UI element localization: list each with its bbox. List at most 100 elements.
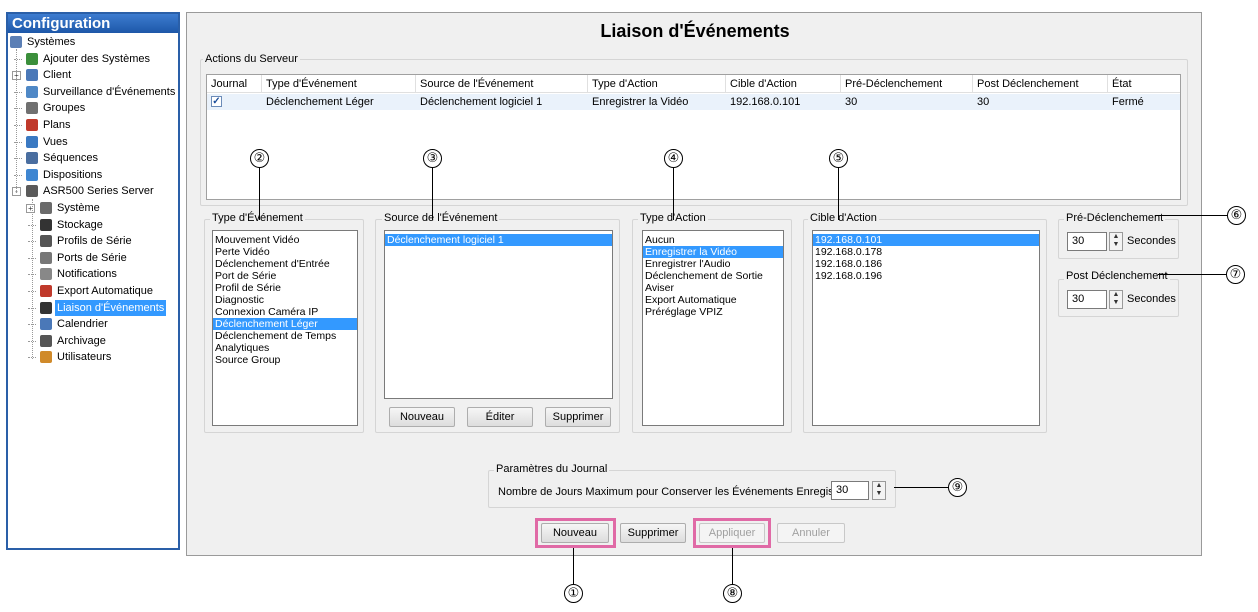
source-new-button[interactable]: Nouveau (389, 407, 455, 427)
list-item[interactable]: Profil de Série (213, 282, 357, 294)
col-header-event-type[interactable]: Type d'Événement (262, 75, 416, 93)
tree-item-label: Export Automatique (57, 284, 154, 297)
source-edit-button[interactable]: Éditer (467, 407, 533, 427)
apply-button[interactable]: Appliquer (699, 523, 765, 543)
systems-icon (10, 36, 22, 48)
new-button[interactable]: Nouveau (541, 523, 609, 543)
list-item[interactable]: Mouvement Vidéo (213, 234, 357, 246)
pre-trigger-spinner[interactable]: ▲ ▼ (1109, 232, 1123, 251)
tree-item[interactable]: Export Automatique (8, 283, 178, 300)
spin-down-icon[interactable]: ▼ (1110, 299, 1122, 307)
col-header-action-type[interactable]: Type d'Action (588, 75, 726, 93)
journal-days-input[interactable]: 30 (831, 481, 869, 500)
callout-line-1 (573, 548, 574, 584)
list-item[interactable]: Déclenchement d'Entrée (213, 258, 357, 270)
server-actions-table: Journal Type d'Événement Source de l'Évé… (206, 74, 1181, 200)
source-delete-button[interactable]: Supprimer (545, 407, 611, 427)
tree-item[interactable]: Liaison d'Événements (8, 299, 178, 317)
spin-down-icon[interactable]: ▼ (873, 490, 885, 498)
callout-8: ⑧ (723, 584, 742, 603)
tree-item[interactable]: Séquences (8, 150, 178, 167)
spin-up-icon[interactable]: ▲ (873, 482, 885, 490)
post-trigger-input[interactable]: 30 (1067, 290, 1107, 309)
list-item[interactable]: 192.168.0.178 (813, 246, 1039, 258)
tree-item[interactable]: Vues (8, 134, 178, 151)
tree-item-label: Plans (43, 118, 71, 131)
tree-item[interactable]: Notifications (8, 266, 178, 283)
list-item[interactable]: Enregistrer la Vidéo (643, 246, 783, 258)
list-item[interactable]: Préréglage VPIZ (643, 306, 783, 318)
col-header-journal[interactable]: Journal (207, 75, 262, 93)
tree-item[interactable]: Groupes (8, 100, 178, 117)
list-item[interactable]: Aviser (643, 282, 783, 294)
col-header-state[interactable]: État (1108, 75, 1180, 93)
spin-down-icon[interactable]: ▼ (1110, 241, 1122, 249)
list-item[interactable]: Diagnostic (213, 294, 357, 306)
storage-icon (40, 218, 52, 231)
list-item[interactable]: Perte Vidéo (213, 246, 357, 258)
callout-line-7 (1158, 274, 1226, 275)
layouts-icon (26, 168, 38, 181)
tree-item[interactable]: + Système (8, 200, 178, 217)
spin-up-icon[interactable]: ▲ (1110, 291, 1122, 299)
client-icon (26, 69, 38, 82)
col-header-post-trigger[interactable]: Post Déclenchement (973, 75, 1108, 93)
tree-item[interactable]: Dispositions (8, 167, 178, 184)
post-trigger-spinner[interactable]: ▲ ▼ (1109, 290, 1123, 309)
list-item[interactable]: Enregistrer l'Audio (643, 258, 783, 270)
list-item[interactable]: Déclenchement de Temps (213, 330, 357, 342)
callout-line-6 (1155, 215, 1227, 216)
tree-item[interactable]: Surveillance d'Événements (8, 84, 178, 101)
list-item[interactable]: Analytiques (213, 342, 357, 354)
callout-9: ⑨ (948, 478, 967, 497)
spin-up-icon[interactable]: ▲ (1110, 233, 1122, 241)
callout-5: ⑤ (829, 149, 848, 168)
tree-item[interactable]: - ASR500 Series Server (8, 183, 178, 200)
callout-4: ④ (664, 149, 683, 168)
pre-trigger-input[interactable]: 30 (1067, 232, 1107, 251)
list-item[interactable]: Déclenchement logiciel 1 (385, 234, 612, 246)
list-item[interactable]: 192.168.0.101 (813, 234, 1039, 246)
event-type-list[interactable]: Mouvement Vidéo Perte Vidéo Déclenchement … (212, 230, 358, 426)
tree-item[interactable]: Archivage (8, 333, 178, 350)
col-header-pre-trigger[interactable]: Pré-Déclenchement (841, 75, 973, 93)
add-system-icon (26, 52, 38, 65)
col-header-event-source[interactable]: Source de l'Événement (416, 75, 588, 93)
list-item[interactable]: Déclenchement de Sortie (643, 270, 783, 282)
list-item[interactable]: 192.168.0.186 (813, 258, 1039, 270)
archive-icon (40, 334, 52, 347)
tree-item[interactable]: Systèmes (8, 34, 178, 51)
list-item[interactable]: Source Group (213, 354, 357, 366)
tree-item[interactable]: Ports de Série (8, 250, 178, 267)
journal-checkbox[interactable]: ✓ (211, 96, 222, 107)
tree-item-label: Liaison d'Événements (55, 299, 167, 317)
delete-button[interactable]: Supprimer (620, 523, 686, 543)
expand-icon[interactable]: + (26, 203, 35, 213)
tree-item[interactable]: Ajouter des Systèmes (8, 51, 178, 68)
journal-days-spinner[interactable]: ▲ ▼ (872, 481, 886, 500)
tree-item[interactable]: Stockage (8, 217, 178, 234)
tree-item[interactable]: + Client (8, 67, 178, 84)
callout-line-9 (894, 487, 948, 488)
col-header-action-target[interactable]: Cible d'Action (726, 75, 841, 93)
event-source-list[interactable]: Déclenchement logiciel 1 (384, 230, 613, 399)
list-item[interactable]: Aucun (643, 234, 783, 246)
callout-line-4 (673, 168, 674, 220)
event-monitor-icon (26, 85, 38, 98)
cancel-button[interactable]: Annuler (777, 523, 845, 543)
tree-item[interactable]: Utilisateurs (8, 349, 178, 366)
tree-item[interactable]: Plans (8, 117, 178, 134)
callout-line-2 (259, 168, 260, 220)
tree-item[interactable]: Calendrier (8, 316, 178, 333)
tree-item[interactable]: Profils de Série (8, 233, 178, 250)
list-item[interactable]: Export Automatique (643, 294, 783, 306)
config-sidebar: Configuration Systèmes Ajouter des Systèm… (6, 12, 180, 550)
action-target-list[interactable]: 192.168.0.101 192.168.0.178 192.168.0.186 1… (812, 230, 1040, 426)
list-item[interactable]: Connexion Caméra IP (213, 306, 357, 318)
tree-item-label: Système (57, 201, 100, 214)
list-item[interactable]: Déclenchement Léger (213, 318, 357, 330)
list-item[interactable]: Port de Série (213, 270, 357, 282)
system-icon (40, 201, 52, 214)
action-type-list[interactable]: Aucun Enregistrer la Vidéo Enregistrer l'A… (642, 230, 784, 426)
list-item[interactable]: 192.168.0.196 (813, 270, 1039, 282)
